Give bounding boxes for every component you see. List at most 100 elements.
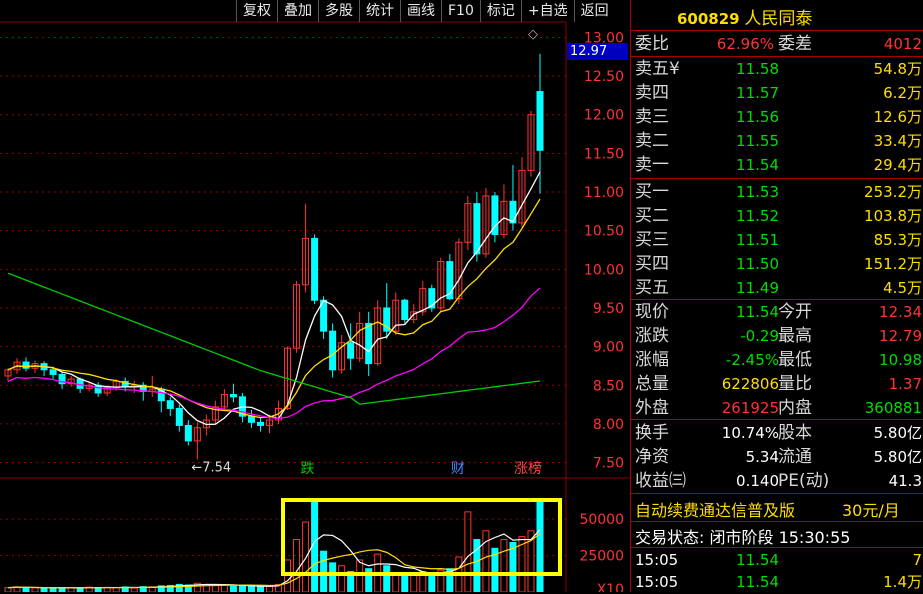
bid-volume: 4.5万 [883, 279, 922, 297]
stat-row: 涨幅 -2.45% 最低 10.98 [631, 348, 923, 372]
kline-chart[interactable]: 13.0012.5012.0011.5011.0010.5010.009.509… [0, 0, 630, 592]
stat-value: 12.79 [879, 327, 922, 345]
ask-label: 卖三 [635, 107, 669, 127]
fund-value: 5.80亿 [873, 424, 922, 442]
bid-label: 买四 [635, 254, 669, 274]
candle-body [473, 203, 481, 255]
stat-value: 10.98 [879, 351, 922, 369]
fundamental-row: 收益㈢ 0.140 PE(动) 41.3 [631, 469, 923, 493]
low-price-marker: ←7.54 [191, 460, 231, 475]
bid-price: 11.49 [736, 279, 779, 297]
stock-title: 600829 人民同泰 [677, 4, 812, 29]
stat-label: 最低 [778, 350, 812, 370]
ask-price: 11.58 [736, 60, 779, 78]
candle-body [509, 200, 517, 224]
stat-value: 11.54 [736, 303, 779, 321]
ask-price: 11.56 [736, 108, 779, 126]
bid-price: 11.51 [736, 231, 779, 249]
tick-volume: 7 [912, 551, 922, 569]
bid-price: 11.52 [736, 207, 779, 225]
ask-price: 11.54 [736, 156, 779, 174]
price-tick-label: 7.50 [593, 456, 624, 472]
volume-bar [31, 587, 39, 592]
ask-price: 11.57 [736, 84, 779, 102]
bid-volume: 85.3万 [873, 231, 922, 249]
fund-label: 换手 [635, 423, 669, 443]
volume-bar [58, 587, 66, 592]
price-tick-label: 10.50 [584, 224, 624, 240]
quote-panel: 600829 人民同泰 委比 62.96% 委差 4012 卖五¥ 11.58 54… [630, 0, 923, 592]
bid-row: 买四 11.50 151.2万 [631, 252, 923, 276]
ask-label: 卖五¥ [635, 59, 680, 79]
candle-body [49, 369, 57, 375]
weicha-label: 委差 [778, 34, 812, 54]
stat-row: 现价 11.54 今开 12.34 [631, 300, 923, 324]
price-tick-label: 12.50 [584, 69, 624, 85]
toolbar-button-1[interactable]: 叠加 [277, 0, 318, 22]
volume-bar [428, 574, 436, 592]
candle-body [256, 421, 264, 426]
volume-bar [94, 587, 102, 592]
toolbar-button-5[interactable]: F10 [441, 0, 480, 22]
weibi-row: 委比 62.96% 委差 4012 [631, 32, 923, 56]
volume-bar [247, 585, 255, 592]
divider [631, 521, 923, 522]
bid-label: 买五 [635, 278, 669, 298]
volume-bar [338, 565, 346, 592]
toolbar-button-0[interactable]: 复权 [236, 0, 277, 22]
volume-bar [4, 587, 12, 592]
candle-body [401, 299, 409, 321]
bid-row: 买一 11.53 253.2万 [631, 180, 923, 204]
kline-chart-area[interactable]: 13.00 12.50 12.00 11.50 11.00 10.50 10.00 9.50 9… [0, 0, 630, 592]
toolbar-button-4[interactable]: 画线 [400, 0, 441, 22]
diamond-icon[interactable]: ◇ [528, 27, 538, 42]
weibi-label: 委比 [635, 34, 669, 54]
weibi-value: 62.96% [716, 35, 774, 53]
volume-bar [220, 584, 228, 592]
stat-value: 1.37 [888, 375, 922, 393]
tick-time: 15:05 [635, 573, 679, 591]
toolbar-button-2[interactable]: 多股 [318, 0, 359, 22]
ask-volume: 29.4万 [873, 156, 922, 174]
fund-label: 收益㈢ [635, 471, 686, 491]
toolbar-button-3[interactable]: 统计 [359, 0, 400, 22]
volume-ma10-line [7, 533, 541, 589]
promo-link[interactable]: 自动续费通达信普及版 [635, 497, 795, 521]
candle-body [247, 415, 255, 423]
toolbar-button-8[interactable]: 返回 [573, 0, 615, 22]
fund-value: 10.74% [721, 424, 779, 442]
volume-bar [302, 521, 310, 592]
toolbar-button-6[interactable]: 标记 [479, 0, 521, 22]
tick-row: 15:05 11.54 1.4万 [631, 570, 923, 594]
candle-body [365, 322, 373, 365]
stat-row: 涨跌 -0.29 最高 12.79 [631, 324, 923, 348]
ma20-line [7, 287, 541, 420]
bid-price: 11.53 [736, 183, 779, 201]
stat-value: 261925 [721, 399, 779, 417]
volume-bar [329, 562, 337, 592]
price-tick-label: 10.00 [584, 262, 624, 278]
price-tick-label: 12.00 [584, 108, 624, 124]
ask-row: 卖二 11.55 33.4万 [631, 129, 923, 153]
stat-value: 12.34 [879, 303, 922, 321]
tick-volume: 1.4万 [883, 573, 922, 591]
volume-bar [500, 539, 508, 592]
volume-bar [40, 587, 48, 592]
promo-price[interactable]: 30元/月 [842, 497, 900, 521]
candle-body [166, 400, 174, 409]
ma60-line [7, 272, 541, 405]
volume-bar [293, 539, 301, 592]
fund-label: 股本 [778, 423, 812, 443]
volume-bar [229, 585, 237, 592]
volume-bar [49, 587, 57, 592]
bid-volume: 103.8万 [864, 207, 922, 225]
ask-label: 卖一 [635, 155, 669, 175]
candle-body [329, 330, 337, 371]
ask-row: 卖四 11.57 6.2万 [631, 81, 923, 105]
ask-label: 卖四 [635, 83, 669, 103]
ask-row: 卖五¥ 11.58 54.8万 [631, 57, 923, 81]
stat-label: 总量 [635, 374, 669, 394]
price-tick-label: 9.00 [593, 340, 624, 356]
toolbar-button-7[interactable]: +自选 [520, 0, 574, 22]
stat-value: 360881 [864, 399, 922, 417]
